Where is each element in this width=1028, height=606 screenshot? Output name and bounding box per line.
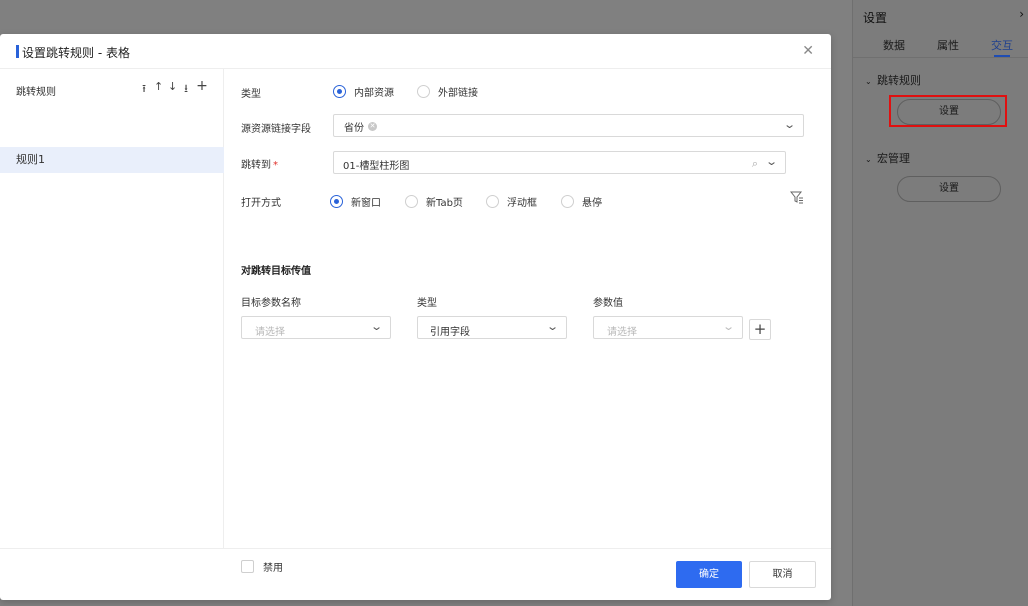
radio-unchecked-icon [561, 195, 574, 208]
close-icon[interactable]: ✕ [802, 43, 814, 59]
chevron-down-icon: ⌄ [369, 320, 383, 333]
tag-label: 省份 [344, 122, 364, 134]
tab-properties[interactable]: 属性 [937, 37, 959, 53]
filter-icon[interactable] [790, 190, 804, 204]
settings-tabs: 数据 属性 交互 [853, 36, 1028, 58]
confirm-button[interactable]: 确定 [676, 561, 742, 588]
section-macro-management[interactable]: ⌄ 宏管理 [865, 150, 910, 166]
tab-data[interactable]: 数据 [883, 37, 905, 53]
chevron-down-icon: ⌄ [721, 320, 735, 333]
param-value-column-header: 参数值 [593, 298, 623, 309]
add-param-button[interactable]: + [749, 319, 771, 340]
chevron-down-icon: ⌄ [782, 118, 796, 131]
radio-label: 浮动框 [507, 198, 537, 209]
open-mode-label: 打开方式 [241, 198, 281, 209]
rules-list-header: 跳转规则 [16, 87, 56, 98]
collapse-panel-icon[interactable]: › [1019, 7, 1024, 21]
cancel-button[interactable]: 取消 [749, 561, 816, 588]
radio-external-link[interactable]: 外部链接 [417, 84, 478, 99]
param-name-select[interactable]: 请选择 ⌄ [241, 316, 391, 339]
radio-hover[interactable]: 悬停 [561, 194, 602, 209]
chevron-down-icon: ⌄ [865, 155, 872, 164]
radio-label: 悬停 [582, 198, 602, 209]
move-down-icon[interactable]: ↓ [168, 80, 177, 99]
jump-to-label-text: 跳转到 [241, 160, 271, 171]
search-icon: ⌕ [751, 157, 758, 170]
radio-label: 外部链接 [438, 88, 478, 99]
source-field-label: 源资源链接字段 [241, 124, 311, 135]
param-type-select[interactable]: 引用字段 ⌄ [417, 316, 567, 339]
title-accent-bar [16, 45, 19, 58]
chevron-down-icon: ⌄ [764, 155, 778, 168]
rule-list-item[interactable]: 规则1 [0, 147, 224, 173]
jump-target-select[interactable]: 01-槽型柱形图 ⌕ ⌄ [333, 151, 786, 174]
rule-form: 类型 内部资源 外部链接 源资源链接字段 省份 ✕ ⌄ 跳转到 * 01-槽型柱形… [224, 69, 831, 574]
tag-remove-icon[interactable]: ✕ [368, 121, 377, 131]
param-value-placeholder: 请选择 [607, 327, 637, 338]
highlight-box [889, 95, 1007, 127]
section-macro-label: 宏管理 [877, 152, 910, 165]
section-jump-rules[interactable]: ⌄ 跳转规则 [865, 72, 921, 88]
radio-unchecked-icon [486, 195, 499, 208]
jump-to-label: 跳转到 * [241, 156, 278, 171]
move-up-icon[interactable]: ↑ [154, 80, 163, 99]
radio-checked-icon [330, 195, 343, 208]
param-type-column-header: 类型 [417, 298, 437, 309]
param-name-column-header: 目标参数名称 [241, 298, 301, 309]
settings-panel-title: 设置 [863, 11, 888, 25]
radio-label: 新Tab页 [426, 198, 463, 209]
macro-settings-button[interactable]: 设置 [897, 176, 1001, 202]
radio-unchecked-icon [417, 85, 430, 98]
section-jump-rules-label: 跳转规则 [877, 74, 921, 87]
radio-internal-resource[interactable]: 内部资源 [333, 84, 394, 99]
rules-list-panel: 跳转规则 ⭱ ↑ ↓ ⭳ + 规则1 [0, 69, 224, 549]
add-rule-icon[interactable]: + [196, 79, 208, 99]
jump-target-value: 01-槽型柱形图 [343, 161, 410, 172]
radio-new-tab[interactable]: 新Tab页 [405, 194, 463, 209]
params-section-title: 对跳转目标传值 [241, 266, 311, 277]
param-value-select[interactable]: 请选择 ⌄ [593, 316, 743, 339]
radio-checked-icon [333, 85, 346, 98]
chevron-down-icon: ⌄ [545, 320, 559, 333]
radio-label: 内部资源 [354, 88, 394, 99]
settings-panel: 设置 › 数据 属性 交互 ⌄ 跳转规则 设置 ⌄ 宏管理 设置 [852, 0, 1028, 606]
tab-interaction[interactable]: 交互 [991, 37, 1013, 53]
jump-rule-dialog: 设置跳转规则 - 表格 ✕ 跳转规则 ⭱ ↑ ↓ ⭳ + 规则1 类型 内部资源… [0, 34, 831, 600]
source-field-select[interactable]: 省份 ✕ ⌄ [333, 114, 804, 137]
required-mark: * [273, 160, 278, 171]
chevron-down-icon: ⌄ [865, 77, 872, 86]
active-tab-indicator [994, 55, 1010, 57]
move-to-bottom-icon[interactable]: ⭳ [182, 80, 190, 99]
dialog-footer: 确定 取消 [0, 548, 831, 600]
dialog-header: 设置跳转规则 - 表格 ✕ [0, 34, 831, 69]
dialog-title: 设置跳转规则 - 表格 [22, 46, 130, 60]
param-type-value: 引用字段 [430, 327, 470, 338]
radio-label: 新窗口 [351, 198, 381, 209]
radio-new-window[interactable]: 新窗口 [330, 194, 381, 209]
move-to-top-icon[interactable]: ⭱ [140, 80, 148, 99]
rules-toolbar: ⭱ ↑ ↓ ⭳ + [140, 79, 208, 99]
radio-unchecked-icon [405, 195, 418, 208]
selected-tag: 省份 ✕ [342, 119, 379, 134]
param-name-placeholder: 请选择 [255, 327, 285, 338]
radio-floating-box[interactable]: 浮动框 [486, 194, 537, 209]
type-label: 类型 [241, 89, 261, 100]
